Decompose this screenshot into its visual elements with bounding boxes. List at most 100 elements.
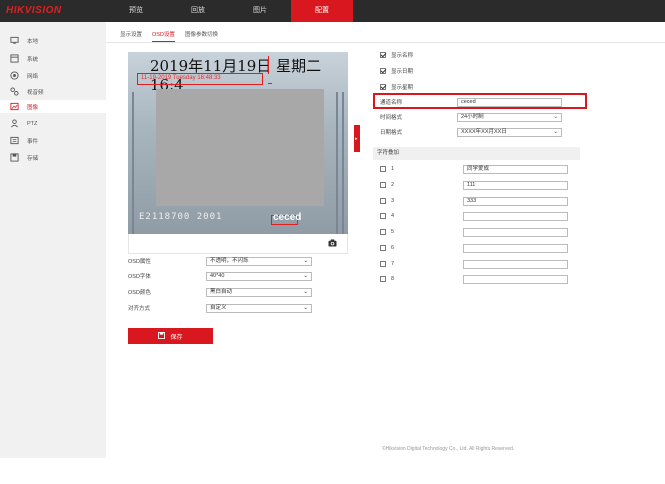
tab-image-param-switch[interactable]: 图像参数切换 [185,30,218,42]
osd-channel-name[interactable]: ceced [273,212,301,223]
time-format-select[interactable]: 24小时制 ⌄ [457,112,562,122]
show-date-label: 显示日期 [391,69,414,75]
channel-name-input[interactable]: ceced [457,97,562,107]
camera-icon[interactable] [328,239,337,249]
show-date-row: 显示日期 [380,66,413,76]
chevron-down-icon: ⌄ [303,304,308,311]
nav-playback[interactable]: 回放 [167,0,229,22]
overlay-input[interactable] [463,243,568,253]
osd-color-select[interactable]: 黑白自动 ⌄ [206,287,312,297]
show-name-row: 显示名称 [380,50,413,60]
overlay-checkbox[interactable] [380,229,386,235]
sidebar-item-network[interactable]: 网络 [0,69,106,82]
overlay-input[interactable] [463,211,568,221]
sidebar-item-system[interactable]: 系统 [0,52,106,65]
overlay-checkbox[interactable] [380,276,386,282]
alignment-value: 自定义 [210,304,227,311]
sidebar-item-label: 图像 [27,104,39,111]
osd-color-value: 黑白自动 [210,288,233,295]
tab-display-settings[interactable]: 显示设置 [120,30,142,42]
sidebar-item-label: PTZ [27,120,38,127]
show-week-checkbox[interactable] [380,84,386,90]
overlay-input[interactable] [463,227,568,237]
overlay-number: 7 [391,261,395,267]
overlay-checkbox[interactable] [380,198,386,204]
channel-name-row: 通道名称 ceced [380,97,562,107]
sidebar-item-event[interactable]: 事件 [0,134,106,147]
osd-attribute-value: 不透明，不闪烁 [210,257,249,264]
chevron-right-icon: ▸ [355,136,358,142]
time-format-row: 时间格式 24小时制 ⌄ [380,112,562,122]
time-format-label: 时间格式 [380,115,403,121]
sidebar-item-local[interactable]: 本地 [0,34,106,47]
osd-attribute-select[interactable]: 不透明，不闪烁 ⌄ [206,256,312,266]
overlay-row-2: 2 111 [380,180,568,190]
video-preview[interactable]: 2019年11月19日 星期二 16:4 11-19-2019 Tuesday … [128,52,348,234]
overlay-checkbox[interactable] [380,213,386,219]
sub-tabs: 显示设置 OSD设置 图像参数切换 [120,30,228,42]
overlay-input[interactable] [463,259,568,269]
osd-color-row: OSD颜色 黑白自动 ⌄ [128,287,312,297]
sidebar-item-label: 本地 [27,38,39,45]
osd-font-row: OSD字体 40*40 ⌄ [128,271,312,281]
show-name-checkbox[interactable] [380,52,386,58]
chevron-down-icon: ⌄ [553,128,558,135]
sidebar-item-storage[interactable]: 存储 [0,151,106,164]
overlay-number: 6 [391,245,395,251]
show-date-checkbox[interactable] [380,68,386,74]
show-week-label: 显示星期 [391,85,414,91]
overlay-number: 8 [391,276,395,282]
bottom-strip [0,458,665,484]
overlay-checkbox[interactable] [380,261,386,267]
show-name-label: 显示名称 [391,53,414,59]
osd-font-select[interactable]: 40*40 ⌄ [206,271,312,281]
event-icon [10,136,19,145]
overlay-number: 4 [391,213,395,219]
overlay-input[interactable]: 333 [463,196,568,206]
scene-rack [336,92,338,234]
osd-attribute-row: OSD属性 不透明，不闪烁 ⌄ [128,256,312,266]
top-bar: HIKVISION 预览 回放 图片 配置 [0,0,665,22]
sidebar-item-ptz[interactable]: PTZ [0,117,106,130]
save-button[interactable]: 保存 [128,328,213,344]
overlay-checkbox[interactable] [380,245,386,251]
sidebar-item-audio-video[interactable]: 视音频 [0,85,106,98]
date-format-select[interactable]: XXXX年XX月XX日 ⌄ [457,127,562,137]
alignment-row: 对齐方式 自定义 ⌄ [128,303,312,313]
image-icon [10,102,19,111]
overlay-input[interactable]: 111 [463,180,568,190]
audio-video-icon [10,87,19,96]
tab-osd-settings[interactable]: OSD设置 [152,30,175,42]
scene-rack [342,92,344,234]
video-toolbar [128,234,348,254]
chevron-down-icon: ⌄ [553,113,558,120]
date-format-row: 日期格式 XXXX年XX月XX日 ⌄ [380,127,562,137]
overlay-checkbox[interactable] [380,166,386,172]
osd-sub-text[interactable]: 11-19-2019 Tuesday 16:48:33 [141,75,221,81]
overlay-row-1: 1 同学爱成 [380,164,568,174]
ptz-icon [10,119,19,128]
globe-icon [10,71,19,80]
osd-attribute-label: OSD属性 [128,259,151,265]
overlay-input[interactable] [463,274,568,284]
text-overlay-section: 字符叠加 [373,147,580,160]
overlay-number: 1 [391,166,395,172]
sidebar-item-image[interactable]: 图像 [0,100,106,113]
nav-preview[interactable]: 预览 [105,0,167,22]
date-format-label: 日期格式 [380,130,403,136]
overlay-input[interactable]: 同学爱成 [463,164,568,174]
panel-collapse-handle[interactable]: ▸ [354,125,360,152]
chevron-down-icon: ⌄ [303,272,308,279]
osd-bottom-left-text[interactable]: E2118700 2001 [139,212,222,222]
main-nav: 预览 回放 图片 配置 [105,0,353,22]
osd-marker-line [268,83,272,84]
nav-picture[interactable]: 图片 [229,0,291,22]
scene-rack [132,92,134,234]
nav-configuration[interactable]: 配置 [291,0,353,22]
storage-icon [10,153,19,162]
alignment-select[interactable]: 自定义 ⌄ [206,303,312,313]
overlay-checkbox[interactable] [380,182,386,188]
copyright-footer: ©Hikvision Digital Technology Co., Ltd. … [382,446,515,452]
overlay-row-8: 8 [380,274,568,284]
osd-font-value: 40*40 [210,272,225,279]
